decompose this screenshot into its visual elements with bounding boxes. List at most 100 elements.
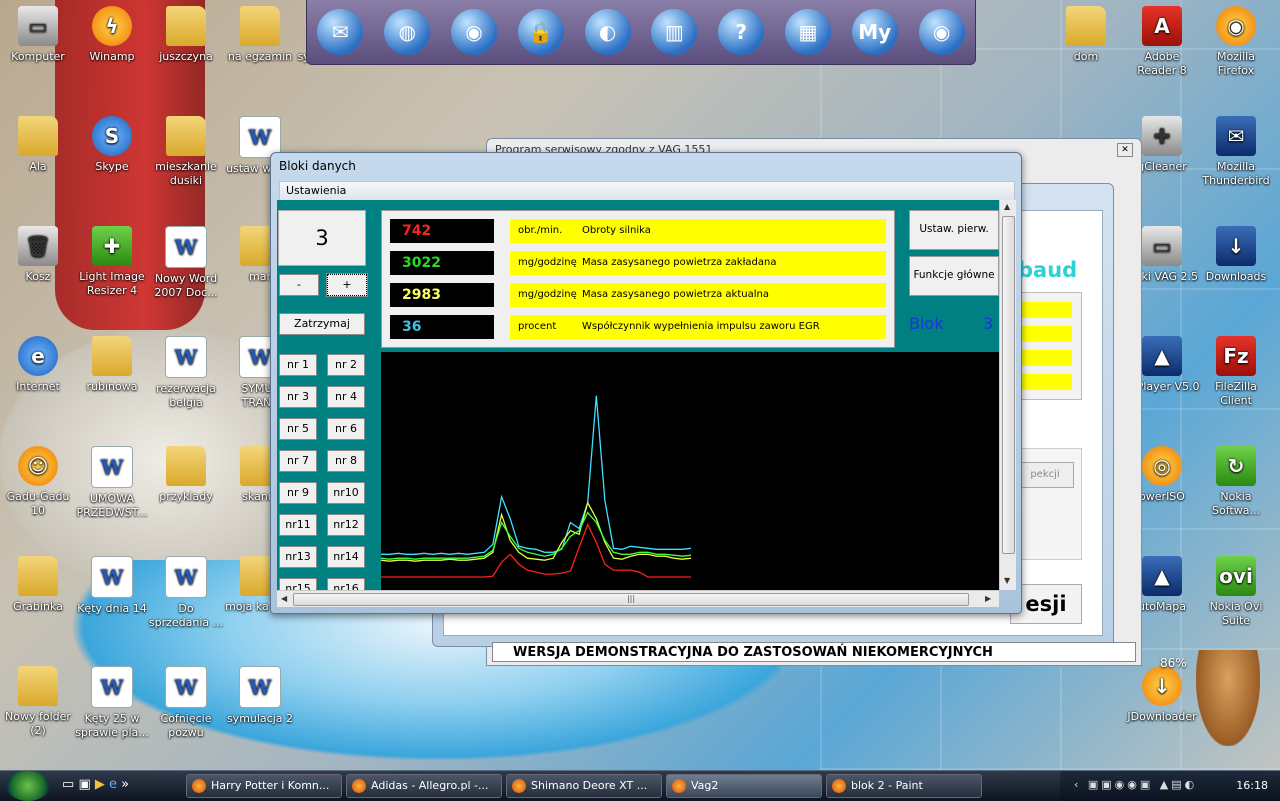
media-player-icon[interactable]: ▶ bbox=[95, 777, 105, 792]
plus-button[interactable]: + bbox=[326, 273, 368, 297]
tray-icons[interactable]: ‹ ▣▣◉◉▣ ▲▤◐ bbox=[1074, 778, 1197, 791]
block-11-button[interactable]: nr11 bbox=[279, 514, 317, 536]
firefox-icon[interactable]: ◉ bbox=[918, 9, 965, 55]
desktop-icon[interactable]: ✚ Light Image Resizer 4 bbox=[74, 226, 150, 298]
show-desktop-icon[interactable]: ▭ bbox=[62, 777, 74, 792]
desktop-icon[interactable]: ◉ Mozilla Firefox bbox=[1198, 6, 1274, 78]
block-10-button[interactable]: nr10 bbox=[327, 482, 365, 504]
block-1-button[interactable]: nr 1 bbox=[279, 354, 317, 376]
help-icon[interactable]: ? bbox=[718, 9, 765, 55]
desktop-icon[interactable]: Fz FileZilla Client bbox=[1198, 336, 1274, 408]
desktop-icon[interactable]: ☺ Gadu-Gadu 10 bbox=[0, 446, 76, 518]
block-7-button[interactable]: nr 7 bbox=[279, 450, 317, 472]
desktop-icon[interactable]: juszczyna bbox=[148, 6, 224, 64]
desktop-icon[interactable]: e Internet bbox=[0, 336, 76, 394]
recycle-bin-icon[interactable]: ▥ bbox=[651, 9, 698, 55]
book-icon[interactable]: My bbox=[851, 9, 898, 55]
block-6-button[interactable]: nr 6 bbox=[327, 418, 365, 440]
block-3-button[interactable]: nr 3 bbox=[279, 386, 317, 408]
desktop-icon[interactable]: Ala bbox=[0, 116, 76, 174]
camera-icon[interactable]: ◉ bbox=[450, 9, 497, 55]
desktop-icon[interactable]: ↓ Downloads bbox=[1198, 226, 1274, 284]
desktop-icon-label: rezerwacja belgia bbox=[156, 382, 216, 409]
desktop-icon[interactable]: S Skype bbox=[74, 116, 150, 174]
block-9-button[interactable]: nr 9 bbox=[279, 482, 317, 504]
clapperboard-icon[interactable]: ▦ bbox=[784, 9, 831, 55]
desktop-icon[interactable]: ↓ JDownloader bbox=[1124, 666, 1200, 724]
block-16-button[interactable]: nr16 bbox=[327, 578, 365, 590]
desktop-icon[interactable]: 🗑 Kosz bbox=[0, 226, 76, 284]
more-chevron-icon[interactable]: » bbox=[121, 777, 129, 792]
mail-icon[interactable]: ✉ bbox=[317, 9, 364, 55]
desktop-icon[interactable]: ✉ Mozilla Thunderbird bbox=[1198, 116, 1274, 188]
block-14-button[interactable]: nr14 bbox=[327, 546, 365, 568]
reading-label: obr./min. Obroty silnika bbox=[510, 219, 886, 243]
scroll-up-icon[interactable]: ▲ bbox=[1004, 202, 1010, 211]
vertical-scroll-thumb[interactable] bbox=[1002, 216, 1015, 554]
globe-icon[interactable]: ◍ bbox=[384, 9, 431, 55]
taskbar-button-label: Adidas - Allegro.pl -... bbox=[371, 779, 489, 792]
block-2-button[interactable]: nr 2 bbox=[327, 354, 365, 376]
scroll-left-icon[interactable]: ◀ bbox=[281, 594, 287, 603]
desktop-icon[interactable]: W UMOWA PRZEDWST... bbox=[74, 446, 150, 520]
scroll-down-icon[interactable]: ▼ bbox=[1004, 576, 1010, 585]
main-functions-button[interactable]: Funkcje główne bbox=[909, 256, 999, 296]
desktop-icon[interactable]: przyklady bbox=[148, 446, 224, 504]
horizontal-scrollbar[interactable]: ◀ ||| ▶ bbox=[277, 590, 999, 607]
taskbar-button[interactable]: Harry Potter i Komn... bbox=[186, 774, 342, 798]
horizontal-scroll-thumb[interactable]: ||| bbox=[293, 593, 969, 606]
desktop-icon[interactable]: ↻ Nokia Softwa... bbox=[1198, 446, 1274, 518]
speaker-icon[interactable]: ◐ bbox=[584, 9, 631, 55]
taskbar-button[interactable]: Vag2 bbox=[666, 774, 822, 798]
app-icon: ↓ bbox=[1142, 666, 1182, 706]
desktop-icon[interactable]: Grabinka bbox=[0, 556, 76, 614]
desktop-icon[interactable]: ovi Nokia Ovi Suite bbox=[1198, 556, 1274, 628]
taskbar-button[interactable]: Adidas - Allegro.pl -... bbox=[346, 774, 502, 798]
desktop-icon[interactable]: mieszkanie dusiki bbox=[148, 116, 224, 188]
block-13-button[interactable]: nr13 bbox=[279, 546, 317, 568]
block-8-button[interactable]: nr 8 bbox=[327, 450, 365, 472]
data-blocks-window[interactable]: Bloki danych Ustawienia 3 - + Zatrzymaj … bbox=[270, 152, 1022, 614]
desktop-icon[interactable]: W Do sprzedania ... bbox=[148, 556, 224, 630]
desktop-icon[interactable]: na egzamin bbox=[222, 6, 298, 64]
desktop-icon[interactable]: ϟ Winamp bbox=[74, 6, 150, 64]
desktop-icon[interactable]: Nowy folder (2) bbox=[0, 666, 76, 738]
shield-icon[interactable]: 🔒 bbox=[517, 9, 564, 55]
app-icon: ☺ bbox=[18, 446, 58, 486]
initial-settings-button[interactable]: Ustaw. pierw. bbox=[909, 210, 999, 250]
desktop-icon[interactable]: rubinowa bbox=[74, 336, 150, 394]
clock[interactable]: 16:18 bbox=[1236, 779, 1268, 792]
desktop-icon[interactable]: dom bbox=[1048, 6, 1124, 64]
block-12-button[interactable]: nr12 bbox=[327, 514, 365, 536]
scroll-right-icon[interactable]: ▶ bbox=[985, 594, 991, 603]
switch-windows-icon[interactable]: ▣ bbox=[78, 777, 90, 792]
ie-icon[interactable]: e bbox=[109, 777, 117, 792]
menu-settings[interactable]: Ustawienia bbox=[280, 182, 352, 199]
close-icon[interactable]: ✕ bbox=[1117, 143, 1133, 157]
word-document-icon: W bbox=[239, 666, 281, 708]
desktop-icon-label: Cofnięcie pozwu bbox=[160, 712, 212, 739]
desktop-icon[interactable]: Wrezerwacja belgia bbox=[148, 336, 224, 410]
block-15-button[interactable]: nr15 bbox=[279, 578, 317, 590]
stop-button[interactable]: Zatrzymaj bbox=[279, 313, 365, 335]
block-4-button[interactable]: nr 4 bbox=[327, 386, 365, 408]
desktop-icon-label: Nowy Word 2007 Doc... bbox=[154, 272, 218, 299]
desktop-icon[interactable]: W Kęty dnia 14 bbox=[74, 556, 150, 616]
block-5-button[interactable]: nr 5 bbox=[279, 418, 317, 440]
inspection-button[interactable]: pekcji bbox=[1016, 462, 1074, 488]
start-button[interactable] bbox=[6, 771, 50, 801]
desktop-icon[interactable]: W Kęty 25 w sprawie pla... bbox=[74, 666, 150, 740]
minus-button[interactable]: - bbox=[279, 274, 319, 296]
desktop-icon[interactable]: W Nowy Word 2007 Doc... bbox=[148, 226, 224, 300]
taskbar-button[interactable]: blok 2 - Paint bbox=[826, 774, 982, 798]
reading-value: 742 bbox=[390, 219, 494, 243]
desktop-icon[interactable]: ▭ Komputer bbox=[0, 6, 76, 64]
desktop-icon[interactable]: Wsymulacja 2 bbox=[222, 666, 298, 726]
app-icon: ↻ bbox=[1216, 446, 1256, 486]
app-icon: Fz bbox=[1216, 336, 1256, 376]
desktop-icon-label: juszczyna bbox=[159, 50, 213, 63]
vertical-scrollbar[interactable]: ▲ ▼ bbox=[999, 200, 1016, 590]
desktop-icon[interactable]: W Cofnięcie pozwu bbox=[148, 666, 224, 740]
taskbar-button[interactable]: Shimano Deore XT ... bbox=[506, 774, 662, 798]
desktop-icon[interactable]: A Adobe Reader 8 bbox=[1124, 6, 1200, 78]
